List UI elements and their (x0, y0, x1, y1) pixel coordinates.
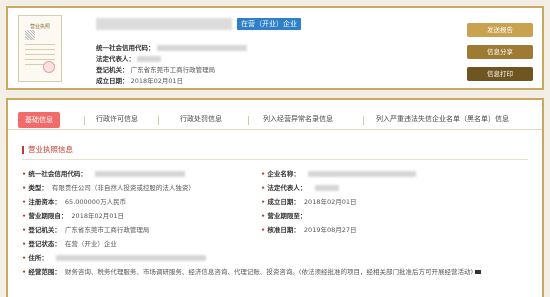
legal-rep-row: 法定代表人： (96, 53, 162, 63)
company-name-redacted (96, 18, 232, 30)
address-field: 住所： (22, 252, 206, 262)
term-from-field: 营业期限自：2018年02月01日 (22, 210, 124, 220)
section-title: 营业执照信息 (22, 146, 73, 154)
founded-field: 成立日期：2018年02月01日 (261, 196, 357, 206)
tab-blacklist[interactable]: 列入严重违法失信企业名单（黑名单）信息 (376, 114, 509, 124)
registry-label: 登记机关： (96, 66, 129, 74)
credit-code-row: 统一社会信用代码： (96, 42, 247, 52)
legal-rep-field: 法定代表人： (261, 182, 339, 192)
registry-field: 登记机关：广东省东莞市工商行政管理局 (22, 224, 149, 234)
share-info-button[interactable]: 信息分享 (467, 45, 533, 59)
address-redacted (56, 255, 206, 261)
tab-basic-info[interactable]: 基础信息 (18, 112, 60, 128)
type-field: 类型：有限责任公司（非自然人投资或控股的法人独资） (22, 182, 195, 192)
legal-rep-redacted-2 (314, 185, 339, 191)
business-license-thumbnail[interactable]: 营业执照 (18, 15, 62, 82)
company-name-field: 企业名称： (261, 168, 416, 178)
license-title: 营业执照 (29, 24, 50, 30)
legal-rep-redacted (137, 56, 162, 62)
print-info-button[interactable]: 信息打印 (467, 67, 533, 81)
founded-row: 成立日期： 2018年02月01日 (96, 75, 183, 85)
seal-icon (43, 61, 55, 73)
credit-code-label: 统一社会信用代码： (96, 44, 155, 52)
details-panel: 基础信息 行政许可信息 行政处罚信息 列入经营异常名录信息 列入严重违法失信企业… (6, 98, 544, 297)
capital-field: 注册资本：65.000000万人民币 (22, 196, 126, 206)
send-report-button[interactable]: 发送报告 (467, 23, 533, 37)
founded-value: 2018年02月01日 (130, 77, 184, 85)
credit-code-field: 统一社会信用代码： (22, 168, 185, 178)
term-to-field: 营业期限至： (261, 210, 306, 220)
credit-code-redacted (156, 45, 247, 51)
info-tabs: 基础信息 行政许可信息 行政处罚信息 列入经营异常名录信息 列入严重违法失信企业… (8, 110, 542, 130)
registry-value: 广东省东莞市工商行政管理局 (130, 66, 216, 74)
approved-field: 核准日期：2019年08月27日 (261, 224, 357, 234)
company-summary-card: 营业执照 在营（开业）企业 统一社会信用代码： 法定代表人： 登记机关： 广东省… (6, 6, 544, 90)
scope-field: 经营范围：财务咨询、税务代理服务、市场调研服务、经济信息咨询、代理记账、投资咨询… (22, 266, 481, 276)
founded-label: 成立日期： (96, 77, 129, 85)
status-badge: 在营（开业）企业 (237, 18, 301, 30)
credit-code-redacted (95, 171, 185, 177)
tab-admin-penalty[interactable]: 行政处罚信息 (180, 114, 222, 124)
reg-status-field: 登记状态：在营（开业）企业 (22, 238, 117, 248)
registry-row: 登记机关： 广东省东莞市工商行政管理局 (96, 64, 215, 74)
tab-abnormal-list[interactable]: 列入经营异常名录信息 (263, 114, 333, 124)
legal-rep-label: 法定代表人： (96, 55, 135, 63)
qr-code-icon (25, 30, 35, 40)
more-icon[interactable] (475, 270, 481, 274)
tab-admin-license[interactable]: 行政许可信息 (96, 114, 138, 124)
company-name-redacted-2 (308, 171, 416, 177)
